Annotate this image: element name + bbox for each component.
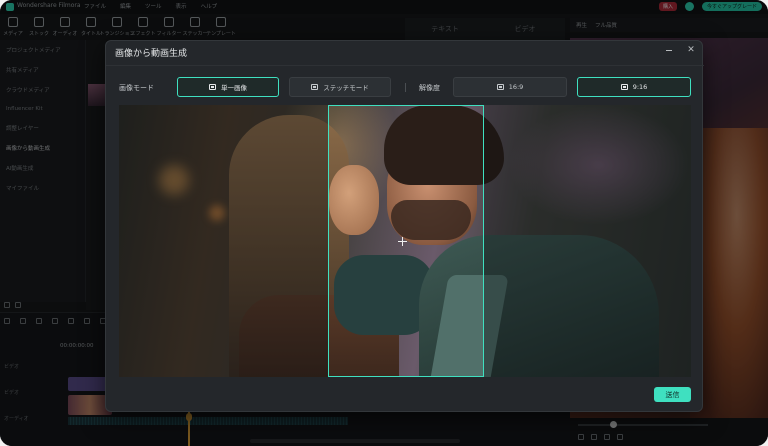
crop-shade-left — [119, 105, 328, 377]
move-cursor-icon[interactable] — [398, 237, 407, 246]
submit-button[interactable]: 送信 — [654, 387, 691, 402]
ratio-16-9-button[interactable]: 16:9 — [453, 77, 567, 97]
divider — [106, 65, 704, 66]
resolution-label: 解像度 — [419, 84, 440, 92]
app-window: Wondershare Filmora ファイル 編集 ツール 表示 ヘルプ 購… — [0, 0, 768, 446]
stitch-icon — [311, 84, 319, 90]
minimize-icon[interactable] — [666, 50, 672, 51]
stitch-mode-button[interactable]: ステッチモード — [289, 77, 391, 97]
dialog-title: 画像から動画生成 — [115, 49, 188, 59]
single-image-button[interactable]: 単一画像 — [177, 77, 279, 97]
landscape-ratio-icon — [496, 84, 504, 90]
image-mode-label: 画像モード — [119, 84, 154, 92]
image-crop-canvas[interactable] — [119, 105, 691, 377]
image-icon — [209, 84, 216, 90]
portrait-ratio-icon — [620, 84, 628, 90]
ratio-9-16-button[interactable]: 9:16 — [577, 77, 691, 97]
image-to-video-dialog: 画像から動画生成 ✕ 画像モード 単一画像 ステッチモード 解像度 16:9 9… — [105, 40, 704, 412]
divider — [405, 83, 406, 92]
crop-shade-right — [484, 105, 691, 377]
close-icon[interactable]: ✕ — [686, 45, 696, 55]
